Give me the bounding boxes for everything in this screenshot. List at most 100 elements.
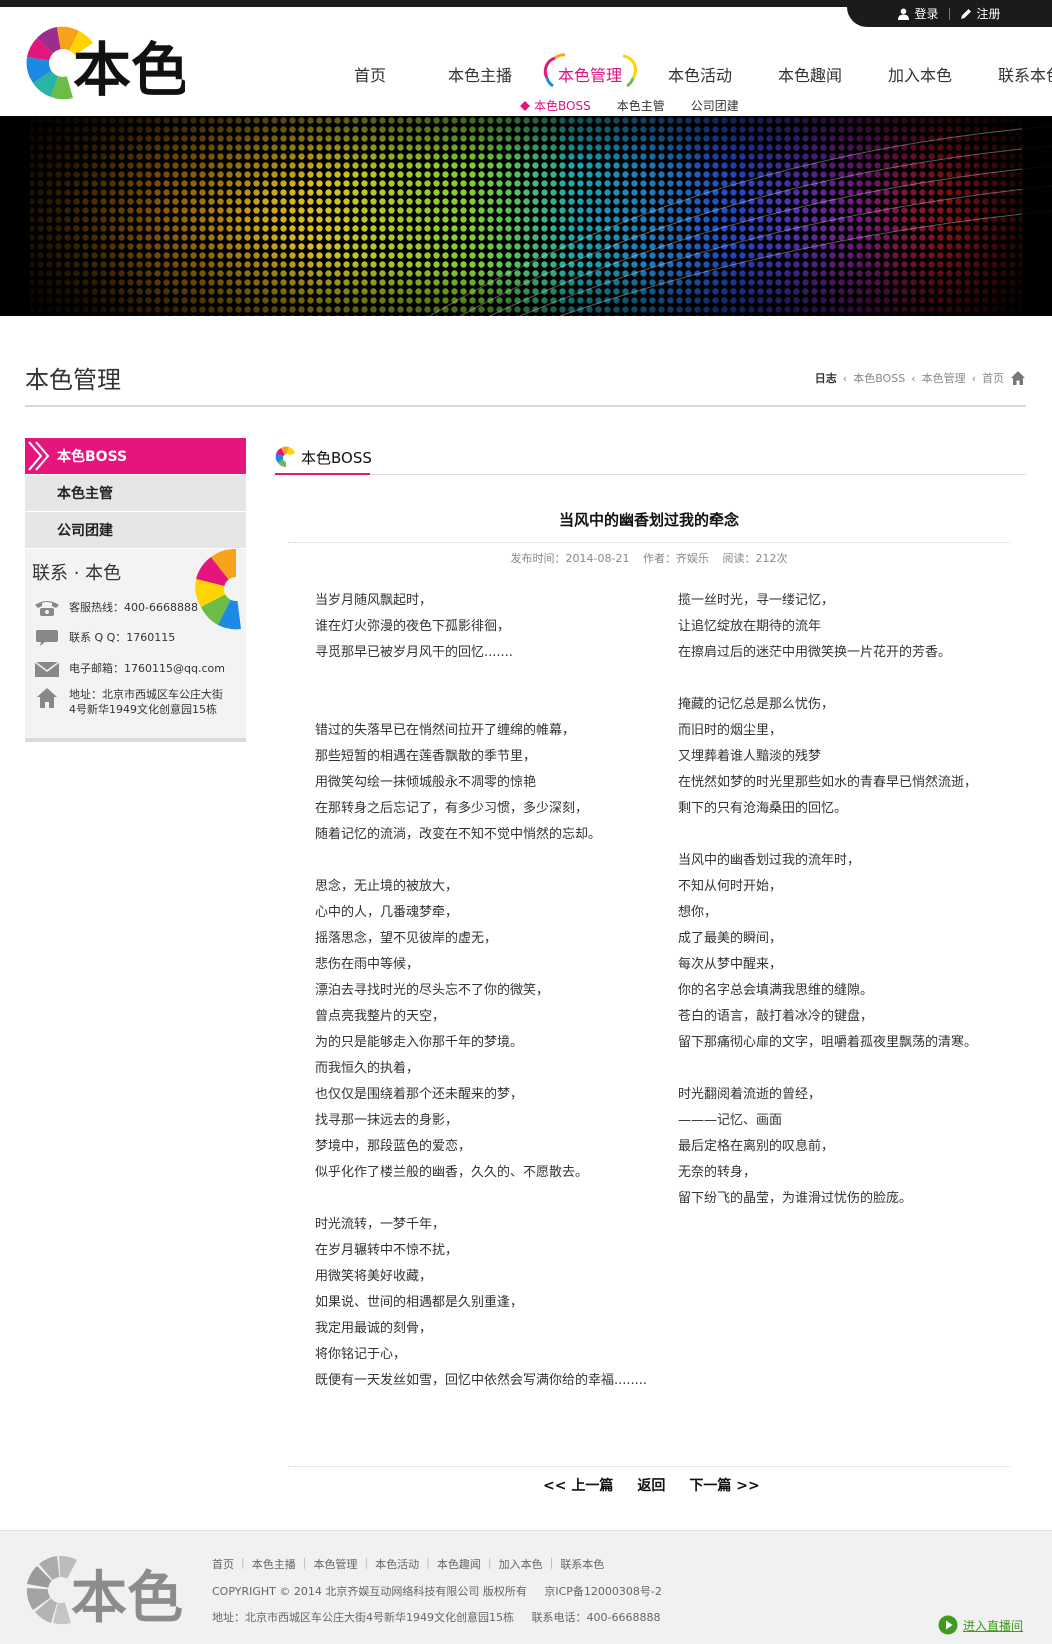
poem-line: 想你， xyxy=(678,905,718,920)
article-date: 发布时间：2014-08-21 xyxy=(510,552,630,565)
poem-line: 随着记忆的流淌，改变在不知不觉中悄然的忘却。 xyxy=(315,827,602,842)
nav-activities[interactable]: 本色活动 xyxy=(645,62,755,92)
sidebar: 本色BOSS 本色主管 公司团建 联系 · 本色 客服热线：400-666888… xyxy=(25,438,246,742)
section-title: 本色BOSS xyxy=(275,446,372,468)
poem-line: 不知从何时开始， xyxy=(678,879,783,894)
footer-link-join[interactable]: 加入本色 xyxy=(499,1556,543,1572)
breadcrumb-sep: ‹ xyxy=(971,371,976,385)
poem-line: 掩藏的记忆总是那么忧伤， xyxy=(678,697,835,712)
contact-title: 联系 · 本色 xyxy=(32,563,122,584)
subnav-team[interactable]: 公司团建 xyxy=(691,97,739,114)
breadcrumb-management[interactable]: 本色管理 xyxy=(922,370,966,386)
contact-address: 地址：北京市西城区车公庄大街 4号新华1949文化创意园15栋 xyxy=(33,687,223,717)
poem-line xyxy=(678,666,977,692)
poem-line: 剩下的只有沧海桑田的回忆。 xyxy=(678,801,848,816)
poem-line: 漂泊去寻找时光的尽头忘不了你的微笑， xyxy=(315,983,550,998)
footer-link-activities[interactable]: 本色活动 xyxy=(375,1556,419,1572)
section-title-underline xyxy=(275,473,370,475)
sidebar-item-supervisor[interactable]: 本色主管 xyxy=(25,475,246,511)
diamond-icon xyxy=(520,101,530,111)
sidebar-item-label: 本色主管 xyxy=(57,486,113,502)
chat-bubble-icon xyxy=(36,630,58,646)
poem-line: 那些短暂的相遇在莲香飘散的季节里， xyxy=(315,749,537,764)
breadcrumb-home[interactable]: 首页 xyxy=(982,370,1004,386)
breadcrumb-sep: ‹ xyxy=(842,371,848,385)
poem-line: 在擦肩过后的迷茫中用微笑换一片花开的芳香。 xyxy=(678,645,952,660)
footer-link-news[interactable]: 本色趣闻 xyxy=(437,1556,481,1572)
poem-line: 似乎化作了楼兰般的幽香，久久的、不愿散去。 xyxy=(315,1165,589,1180)
divider xyxy=(288,1466,1010,1467)
footer-link-contact[interactable]: 联系本色 xyxy=(560,1556,604,1572)
footer-icp: 京ICP备12000308号-2 xyxy=(544,1585,662,1598)
user-icon xyxy=(898,8,910,20)
poem-line: 在岁月辗转中不惊不扰， xyxy=(315,1243,459,1258)
poem-line: 留下纷飞的晶莹，为谁滑过忧伤的脸庞。 xyxy=(678,1191,913,1206)
footer-link-anchors[interactable]: 本色主播 xyxy=(252,1556,296,1572)
poem-line: 也仅仅是围绕着那个还未醒来的梦， xyxy=(315,1087,524,1102)
sidebar-item-label: 本色BOSS xyxy=(57,449,128,465)
divider xyxy=(288,542,1010,543)
play-circle-icon xyxy=(938,1615,958,1635)
nav-news[interactable]: 本色趣闻 xyxy=(755,62,865,92)
nav-management[interactable]: 本色管理 xyxy=(535,53,645,92)
enter-live-room-link[interactable]: 进入直播间 xyxy=(938,1615,1023,1635)
footer-link-management[interactable]: 本色管理 xyxy=(313,1556,357,1572)
sidebar-item-team[interactable]: 公司团建 xyxy=(25,512,246,548)
poem-line xyxy=(678,822,977,848)
contact-qq: 联系 Q Q：1760115 xyxy=(33,629,175,647)
poem-line: 如果说、世间的相遇都是久别重逢， xyxy=(315,1295,524,1310)
poem-line: 摇落思念，望不见彼岸的虚无， xyxy=(315,931,498,946)
heading-divider xyxy=(25,405,1026,407)
footer-phone: 联系电话：400-6668888 xyxy=(531,1611,661,1624)
article-author: 作者：齐娱乐 xyxy=(642,552,709,565)
poem-line: 成了最美的瞬间， xyxy=(678,931,783,946)
site-logo[interactable]: 本色 xyxy=(25,22,189,104)
prev-article-link[interactable]: << 上一篇 xyxy=(543,1475,613,1495)
nav-anchors[interactable]: 本色主播 xyxy=(425,62,535,92)
register-link[interactable]: 注册 xyxy=(960,5,1001,22)
register-label: 注册 xyxy=(976,7,1001,21)
nav-join[interactable]: 加入本色 xyxy=(865,62,975,92)
subnav-boss-label: 本色BOSS xyxy=(534,99,591,113)
subnav-supervisor[interactable]: 本色主管 xyxy=(617,97,665,114)
nav-contact[interactable]: 联系本色 xyxy=(975,62,1052,92)
poem-line: 为的只是能够走入你那千年的梦境。 xyxy=(315,1035,524,1050)
footer-nav: 首页 | 本色主播 | 本色管理 | 本色活动 | 本色趣闻 | 加入本色 | 联系本色 xyxy=(212,1556,604,1572)
nav-home[interactable]: 首页 xyxy=(315,62,425,92)
poem-line: 而我恒久的执着， xyxy=(315,1061,420,1076)
sub-nav: 本色BOSS 本色主管 公司团建 xyxy=(520,97,739,114)
contact-email-text: 电子邮箱：1760115@qq.com xyxy=(69,662,225,675)
subnav-boss[interactable]: 本色BOSS xyxy=(520,97,591,114)
telephone-icon xyxy=(35,601,59,616)
login-link[interactable]: 登录 xyxy=(898,5,939,22)
color-wheel-icon xyxy=(275,446,295,467)
home-icon[interactable] xyxy=(1010,370,1026,386)
logo-graphic: 本色 xyxy=(26,26,189,104)
poem-line: 最后定格在离别的叹息前， xyxy=(678,1139,835,1154)
section-header: 本色BOSS xyxy=(275,443,1026,475)
poem-line: 无奈的转身， xyxy=(678,1165,757,1180)
poem-line: 用微笑勾绘一抹倾城般永不凋零的惊艳 xyxy=(315,775,537,790)
poem-line xyxy=(315,848,647,874)
poem-line: 思念，无止境的被放大， xyxy=(315,879,459,894)
enter-live-room-label: 进入直播间 xyxy=(963,1618,1024,1633)
divider: | xyxy=(364,1556,369,1569)
sidebar-item-boss[interactable]: 本色BOSS xyxy=(25,438,246,474)
footer-link-home[interactable]: 首页 xyxy=(212,1556,234,1572)
nav-management-label: 本色管理 xyxy=(557,66,622,85)
breadcrumb-boss[interactable]: 本色BOSS xyxy=(853,370,905,386)
poem-line: 你的名字总会填满我思维的缝隙。 xyxy=(678,983,874,998)
footer-copyright-line: COPYRIGHT © 2014 北京齐娱互动网络科技有限公司 版权所有 京IC… xyxy=(212,1583,676,1599)
poem-line: 曾点亮我整片的天空， xyxy=(315,1009,446,1024)
back-link[interactable]: 返回 xyxy=(637,1475,665,1495)
footer-logo[interactable]: 本色 xyxy=(25,1549,185,1631)
poem-line: 留下那痛彻心扉的文字，咀嚼着孤夜里飘荡的清寒。 xyxy=(678,1035,978,1050)
envelope-icon xyxy=(34,661,60,677)
poem-line: 苍白的语言，敲打着冰冷的键盘， xyxy=(678,1009,874,1024)
poem-line: 当岁月随风飘起时， xyxy=(315,593,433,608)
divider: | xyxy=(487,1556,492,1569)
next-article-link[interactable]: 下一篇 >> xyxy=(689,1475,759,1495)
poem-line: 心中的人，几番魂梦牵， xyxy=(315,905,459,920)
login-label: 登录 xyxy=(914,7,939,21)
footer-logo-graphic: 本色 xyxy=(26,1555,183,1631)
